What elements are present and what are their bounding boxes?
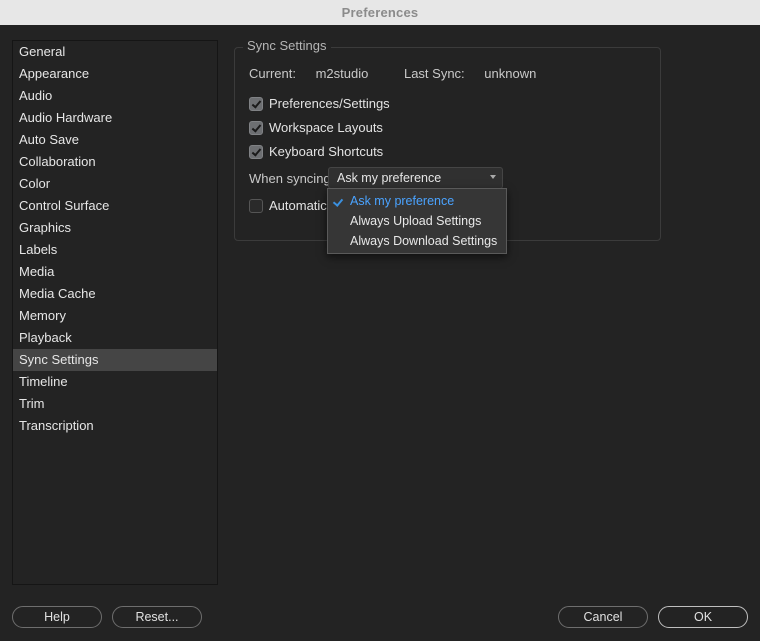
window-title: Preferences: [342, 5, 419, 20]
when-syncing-menu[interactable]: Ask my preferenceAlways Upload SettingsA…: [327, 188, 507, 254]
sidebar-item[interactable]: Playback: [13, 327, 217, 349]
sidebar-item[interactable]: Memory: [13, 305, 217, 327]
sidebar-item[interactable]: General: [13, 41, 217, 63]
sidebar-item[interactable]: Labels: [13, 239, 217, 261]
when-syncing-value: Ask my preference: [337, 171, 441, 185]
checkbox-prefs-label: Preferences/Settings: [269, 96, 390, 111]
last-sync-label: Last Sync:: [404, 66, 465, 81]
sidebar-item[interactable]: Graphics: [13, 217, 217, 239]
sidebar-item[interactable]: Trim: [13, 393, 217, 415]
checkbox-prefs[interactable]: [249, 97, 263, 111]
sidebar: GeneralAppearanceAudioAudio HardwareAuto…: [12, 40, 218, 585]
when-syncing-label: When syncing:: [249, 171, 334, 186]
when-syncing-option[interactable]: Ask my preference: [328, 191, 506, 211]
sidebar-item[interactable]: Sync Settings: [13, 349, 217, 371]
checkbox-keyboard[interactable]: [249, 145, 263, 159]
sidebar-item[interactable]: Audio: [13, 85, 217, 107]
current-label: Current:: [249, 66, 296, 81]
panel-legend: Sync Settings: [243, 38, 331, 53]
checkbox-keyboard-label: Keyboard Shortcuts: [269, 144, 383, 159]
current-value: m2studio: [316, 66, 369, 81]
help-button[interactable]: Help: [12, 606, 102, 628]
cancel-button[interactable]: Cancel: [558, 606, 648, 628]
sidebar-item[interactable]: Collaboration: [13, 151, 217, 173]
when-syncing-option[interactable]: Always Upload Settings: [328, 211, 506, 231]
preferences-panel: GeneralAppearanceAudioAudio HardwareAuto…: [0, 25, 760, 641]
when-syncing-option[interactable]: Always Download Settings: [328, 231, 506, 251]
last-sync-value: unknown: [484, 66, 536, 81]
sidebar-item[interactable]: Timeline: [13, 371, 217, 393]
sidebar-item[interactable]: Control Surface: [13, 195, 217, 217]
sync-info-row: Current: m2studio Last Sync: unknown: [249, 66, 568, 81]
checkbox-row-workspace[interactable]: Workspace Layouts: [249, 120, 383, 135]
chevron-down-icon: [490, 175, 496, 179]
window-titlebar: Preferences: [0, 0, 760, 26]
reset-button[interactable]: Reset...: [112, 606, 202, 628]
sidebar-item[interactable]: Color: [13, 173, 217, 195]
checkbox-workspace[interactable]: [249, 121, 263, 135]
sidebar-item[interactable]: Transcription: [13, 415, 217, 437]
when-syncing-dropdown[interactable]: Ask my preference: [328, 167, 503, 189]
sidebar-item[interactable]: Appearance: [13, 63, 217, 85]
checkbox-auto[interactable]: [249, 199, 263, 213]
sidebar-item[interactable]: Audio Hardware: [13, 107, 217, 129]
checkbox-row-keyboard[interactable]: Keyboard Shortcuts: [249, 144, 383, 159]
checkbox-row-prefs[interactable]: Preferences/Settings: [249, 96, 390, 111]
sidebar-item[interactable]: Media: [13, 261, 217, 283]
sidebar-item[interactable]: Auto Save: [13, 129, 217, 151]
checkbox-workspace-label: Workspace Layouts: [269, 120, 383, 135]
ok-button[interactable]: OK: [658, 606, 748, 628]
sidebar-item[interactable]: Media Cache: [13, 283, 217, 305]
